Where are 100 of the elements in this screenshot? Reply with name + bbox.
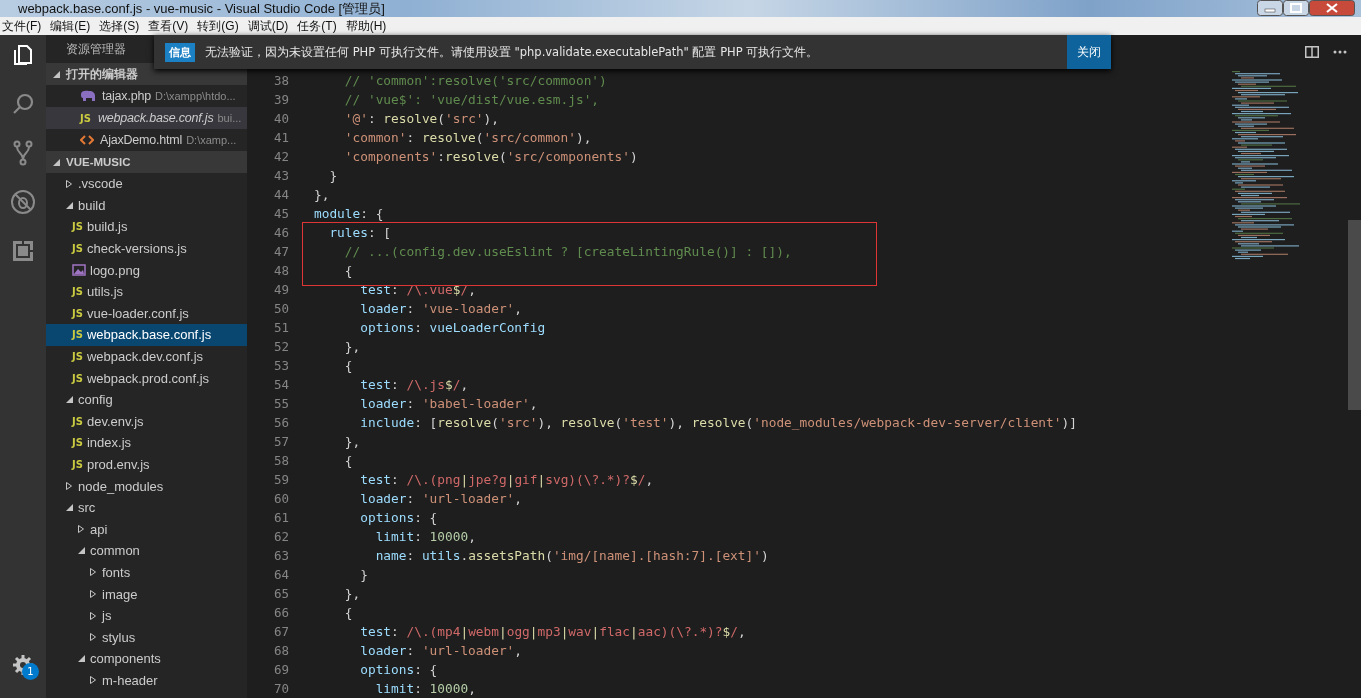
line-number: 49 bbox=[272, 281, 289, 299]
file-name: components bbox=[90, 651, 161, 667]
file-name: tajax.php bbox=[102, 89, 151, 103]
file-item[interactable]: JS build.js bbox=[46, 216, 247, 238]
js-file-icon: JS bbox=[72, 415, 83, 427]
file-item[interactable]: JS prod.env.js bbox=[46, 453, 247, 476]
file-item[interactable]: JS vue-loader.conf.js bbox=[46, 302, 247, 325]
line-number: 62 bbox=[272, 528, 289, 546]
line-number: 39 bbox=[272, 91, 289, 109]
file-item[interactable]: logo.png bbox=[46, 259, 247, 281]
line-number: 66 bbox=[272, 604, 289, 622]
js-file-icon: JS bbox=[72, 243, 83, 255]
folder-item[interactable]: js bbox=[46, 604, 247, 627]
js-file-icon: JS bbox=[72, 351, 83, 363]
open-editor-item[interactable]: tajax.php D:\xampp\htdo... bbox=[46, 85, 247, 107]
folder-item[interactable]: node_modules bbox=[46, 475, 247, 497]
folder-item[interactable]: m-header bbox=[46, 669, 247, 692]
file-name: index.js bbox=[86, 435, 131, 451]
line-number: 41 bbox=[272, 129, 289, 147]
more-icon[interactable] bbox=[1333, 50, 1347, 54]
code-line: include: [resolve('src'), resolve('test'), resolve('node_modules/webpack-dev-server/client')] bbox=[359, 415, 1077, 430]
maximize-icon[interactable] bbox=[1283, 0, 1309, 16]
folder-item[interactable]: src bbox=[46, 496, 247, 519]
js-file-icon: JS bbox=[72, 329, 83, 341]
line-number: 50 bbox=[272, 300, 289, 318]
file-item[interactable]: JS webpack.prod.conf.js bbox=[46, 367, 247, 389]
js-file-icon: JS bbox=[72, 437, 83, 449]
menu-item[interactable]: 转到(G) bbox=[195, 17, 243, 35]
close-icon[interactable] bbox=[1309, 0, 1355, 16]
code-line: // 'vue$': 'vue/dist/vue.esm.js', bbox=[343, 92, 600, 107]
expand-arrow-icon bbox=[90, 590, 96, 599]
file-item[interactable]: JS webpack.base.conf.js bbox=[46, 324, 247, 346]
line-number: 53 bbox=[272, 357, 289, 375]
minimize-icon[interactable] bbox=[1257, 0, 1283, 16]
file-name: webpack.base.conf.js bbox=[86, 327, 212, 343]
notification-badge: 1 bbox=[22, 663, 39, 680]
code-line: module: { bbox=[314, 206, 384, 221]
folder-item[interactable]: stylus bbox=[46, 626, 247, 649]
line-number: 38 bbox=[272, 72, 289, 90]
menu-item[interactable]: 编辑(E) bbox=[48, 17, 95, 35]
folder-item[interactable]: components bbox=[46, 648, 247, 670]
code-line: limit: 10000, bbox=[374, 681, 476, 696]
code-line: }, bbox=[343, 339, 361, 354]
folder-item[interactable]: image bbox=[46, 583, 247, 605]
line-number: 54 bbox=[272, 376, 289, 394]
file-item[interactable]: JS check-versions.js bbox=[46, 237, 247, 260]
expand-arrow-icon bbox=[78, 525, 84, 534]
collapse-arrow-icon bbox=[78, 655, 85, 663]
code-line: { bbox=[343, 453, 353, 468]
file-name: js bbox=[102, 608, 112, 624]
line-number: 68 bbox=[272, 642, 289, 660]
file-item[interactable]: JS index.js bbox=[46, 432, 247, 454]
code-line: }, bbox=[343, 434, 361, 449]
open-editor-item[interactable]: AjaxDemo.html D:\xamp... bbox=[46, 129, 247, 151]
folder-item[interactable]: fonts bbox=[46, 561, 247, 584]
open-editor-item[interactable]: JS webpack.base.conf.js bui... bbox=[46, 107, 247, 129]
code-line: test: /\.(png|jpe?g|gif|svg)(\?.*)?$/, bbox=[359, 472, 654, 487]
menu-item[interactable]: 查看(V) bbox=[146, 17, 193, 35]
line-number: 44 bbox=[272, 186, 289, 204]
code-line: { bbox=[343, 263, 353, 278]
menu-item[interactable]: 选择(S) bbox=[97, 17, 144, 35]
line-number: 46 bbox=[272, 224, 289, 242]
folder-item[interactable]: api bbox=[46, 518, 247, 541]
scrollbar-thumb[interactable] bbox=[1348, 220, 1361, 410]
menu-item[interactable]: 任务(T) bbox=[295, 17, 341, 35]
split-editor-icon[interactable] bbox=[1305, 46, 1319, 58]
folder-item[interactable]: common bbox=[46, 540, 247, 562]
code-line: options: { bbox=[359, 662, 438, 677]
file-name: vue-loader.conf.js bbox=[86, 305, 189, 321]
code-line: loader: 'url-loader', bbox=[359, 491, 523, 506]
expand-arrow-icon bbox=[90, 633, 96, 642]
js-file-icon: JS bbox=[72, 221, 83, 233]
file-name: fonts bbox=[102, 565, 131, 580]
menu-item[interactable]: 文件(F) bbox=[0, 17, 46, 35]
file-item[interactable]: JS dev.env.js bbox=[46, 410, 247, 433]
section-title: 打开的编辑器 bbox=[66, 67, 138, 82]
expand-arrow-icon bbox=[66, 179, 72, 188]
folder-item[interactable]: .vscode bbox=[46, 173, 247, 195]
code-line: 'common': resolve('src/common'), bbox=[343, 130, 592, 145]
collapse-arrow-icon bbox=[52, 70, 60, 78]
sidebar-title: 资源管理器 bbox=[66, 42, 126, 56]
collapse-arrow-icon bbox=[66, 201, 73, 209]
file-name: stylus bbox=[102, 629, 136, 645]
js-file-icon: JS bbox=[80, 112, 91, 124]
file-item[interactable]: JS webpack.dev.conf.js bbox=[46, 345, 247, 368]
image-file-icon bbox=[72, 264, 86, 277]
file-name: logo.png bbox=[90, 262, 140, 278]
code-line: rules: [ bbox=[328, 225, 392, 240]
menu-item[interactable]: 调试(D) bbox=[245, 17, 293, 35]
folder-item[interactable]: config bbox=[46, 388, 247, 411]
section-header[interactable]: VUE-MUSIC bbox=[46, 151, 247, 173]
collapse-arrow-icon bbox=[52, 158, 60, 166]
debug-icon[interactable] bbox=[8, 187, 38, 217]
file-name: m-header bbox=[102, 672, 158, 688]
file-item[interactable]: JS utils.js bbox=[46, 280, 247, 303]
menu-item[interactable]: 帮助(H) bbox=[343, 17, 391, 35]
line-number: 51 bbox=[272, 319, 289, 337]
code-line: }, bbox=[343, 586, 361, 601]
folder-item[interactable]: build bbox=[46, 194, 247, 217]
close-button[interactable]: 关闭 bbox=[1067, 35, 1111, 69]
